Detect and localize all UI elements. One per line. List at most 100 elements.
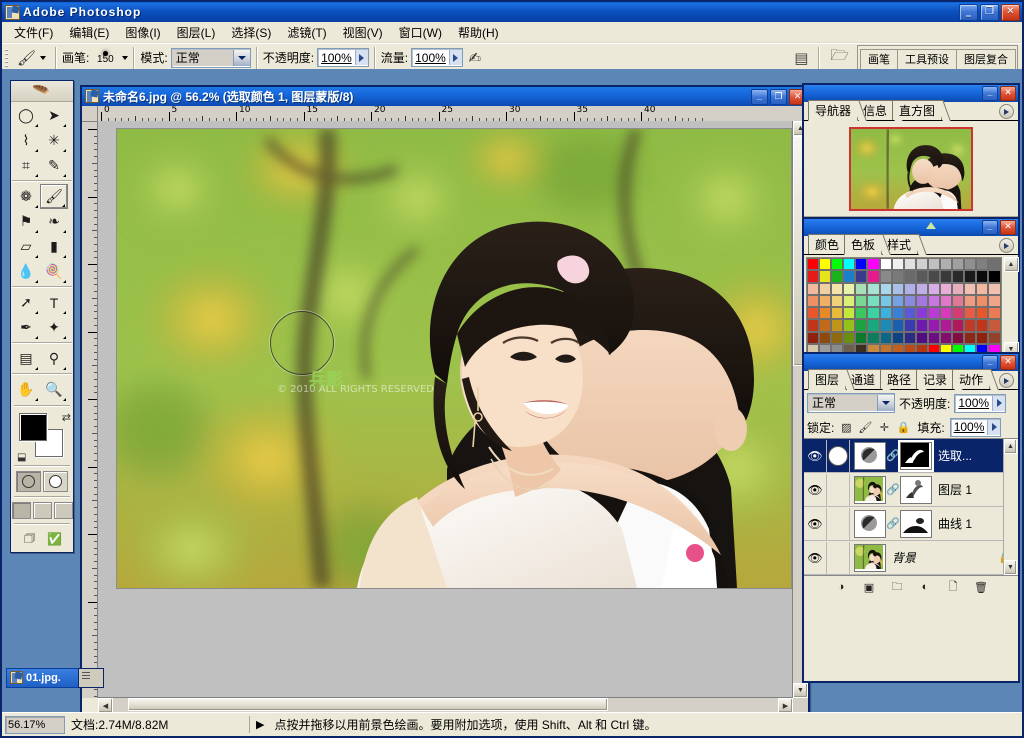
- swatch-cell[interactable]: [807, 270, 819, 282]
- swatch-cell[interactable]: [855, 307, 867, 319]
- swatch-cell[interactable]: [819, 319, 831, 331]
- swatch-cell[interactable]: [976, 258, 988, 270]
- menu-edit[interactable]: 编辑(E): [61, 22, 117, 43]
- palette-menu-icon[interactable]: [999, 104, 1014, 119]
- slice-tool[interactable]: ✎: [40, 153, 68, 178]
- swatch-cell[interactable]: [831, 283, 843, 295]
- palette-well-icon[interactable]: 🗁: [830, 45, 849, 70]
- menu-filter[interactable]: 滤镜(T): [279, 22, 334, 43]
- ruler-corner[interactable]: [82, 106, 98, 122]
- layer-mask-thumbnail[interactable]: [900, 442, 932, 470]
- menu-layer[interactable]: 图层(L): [169, 22, 224, 43]
- custom-shape-tool[interactable]: ✦: [40, 315, 68, 340]
- swatch-cell[interactable]: [867, 319, 879, 331]
- swatch-cell[interactable]: [964, 258, 976, 270]
- swatch-cell[interactable]: [880, 270, 892, 282]
- layer-scroll-up-icon[interactable]: ▲: [1004, 439, 1017, 454]
- swatch-cell[interactable]: [928, 283, 940, 295]
- swatch-cell[interactable]: [892, 319, 904, 331]
- swatch-cell[interactable]: [988, 332, 1000, 344]
- swatch-cell[interactable]: [964, 307, 976, 319]
- swatch-cell[interactable]: [988, 270, 1000, 282]
- swatch-cell[interactable]: [843, 307, 855, 319]
- app-restore-button[interactable]: ❐: [980, 4, 999, 21]
- swatches-close-button[interactable]: ✕: [1000, 220, 1016, 235]
- layer-thumbnail[interactable]: [854, 442, 886, 470]
- swatch-cell[interactable]: [855, 283, 867, 295]
- swatch-cell[interactable]: [831, 307, 843, 319]
- swatch-cell[interactable]: [916, 319, 928, 331]
- swatch-cell[interactable]: [880, 332, 892, 344]
- swatch-cell[interactable]: [928, 307, 940, 319]
- swatch-cell[interactable]: [819, 258, 831, 270]
- swatch-cell[interactable]: [916, 332, 928, 344]
- swatch-cell[interactable]: [952, 283, 964, 295]
- layer-thumbnail[interactable]: [854, 476, 886, 504]
- swatch-cell[interactable]: [976, 307, 988, 319]
- swatch-cell[interactable]: [831, 332, 843, 344]
- swatch-cell[interactable]: [867, 307, 879, 319]
- swatch-cell[interactable]: [892, 258, 904, 270]
- tab-actions[interactable]: 动作: [952, 369, 990, 389]
- history-brush-tool[interactable]: ❧: [40, 209, 68, 234]
- swatch-cell[interactable]: [807, 307, 819, 319]
- status-doc-info[interactable]: 文档:2.74M/8.82M: [71, 716, 250, 733]
- swatch-cell[interactable]: [952, 319, 964, 331]
- swatch-cell[interactable]: [976, 332, 988, 344]
- layer-link-chain-icon[interactable]: 🔗: [886, 483, 898, 496]
- layer-thumbnail[interactable]: [854, 544, 886, 572]
- swatch-cell[interactable]: [916, 283, 928, 295]
- foreground-color-swatch[interactable]: [19, 413, 47, 441]
- swatch-cell[interactable]: [892, 307, 904, 319]
- swatch-cell[interactable]: [880, 258, 892, 270]
- swatch-cell[interactable]: [843, 332, 855, 344]
- layer-thumbnail[interactable]: [854, 510, 886, 538]
- swatch-cell[interactable]: [976, 270, 988, 282]
- layer-link-cell[interactable]: [827, 542, 850, 574]
- layer-mask-thumbnail[interactable]: [900, 476, 932, 504]
- toolbox-header[interactable]: 🪶: [11, 81, 73, 102]
- swatch-cell[interactable]: [928, 332, 940, 344]
- horizontal-ruler[interactable]: 0510152025303540: [97, 106, 808, 122]
- swatch-cell[interactable]: [940, 258, 952, 270]
- opacity-slider-arrow-icon[interactable]: [355, 50, 368, 65]
- blend-mode-select[interactable]: 正常: [171, 48, 251, 68]
- document-minimize-button[interactable]: _: [751, 89, 768, 105]
- options-bar-grip[interactable]: [4, 47, 10, 68]
- jump-check-icon[interactable]: ✅: [44, 530, 66, 548]
- swatch-cell[interactable]: [867, 283, 879, 295]
- swatches-minimize-button[interactable]: _: [982, 220, 998, 235]
- path-selection-tool[interactable]: ➚: [12, 290, 40, 315]
- swatch-cell[interactable]: [819, 307, 831, 319]
- swatch-cell[interactable]: [940, 270, 952, 282]
- delete-layer-icon[interactable]: 🗑: [973, 580, 989, 595]
- eyedropper-tool[interactable]: ⚲: [40, 346, 68, 371]
- layer-visibility-icon[interactable]: 👁: [804, 440, 827, 472]
- lock-all-icon[interactable]: 🔒: [896, 420, 910, 434]
- layer-style-icon[interactable]: ◑: [833, 580, 849, 595]
- swatch-cell[interactable]: [952, 295, 964, 307]
- tab-paths[interactable]: 路径: [880, 369, 918, 389]
- document-canvas[interactable]: © 2010 ALL RIGHTS RESERVED 兵影: [116, 128, 792, 589]
- layer-fill-arrow-icon[interactable]: [987, 420, 1000, 435]
- swatch-cell[interactable]: [916, 295, 928, 307]
- swatch-cell[interactable]: [807, 258, 819, 270]
- swatch-cell[interactable]: [964, 319, 976, 331]
- swatch-cell[interactable]: [952, 307, 964, 319]
- swatch-cell[interactable]: [831, 258, 843, 270]
- swatch-cell[interactable]: [988, 283, 1000, 295]
- swatch-cell[interactable]: [843, 258, 855, 270]
- swatch-cell[interactable]: [867, 295, 879, 307]
- swatch-cell[interactable]: [855, 258, 867, 270]
- clone-stamp-tool[interactable]: ⚑: [12, 209, 40, 234]
- swatches-scroll-up-icon[interactable]: ▲: [1004, 257, 1019, 272]
- document-horizontal-scrollbar[interactable]: ◀ ▶: [98, 697, 793, 713]
- flow-input[interactable]: 100%: [411, 48, 463, 67]
- crop-tool[interactable]: ⌗: [12, 153, 40, 178]
- gradient-tool[interactable]: ▮: [40, 234, 68, 259]
- swatch-cell[interactable]: [892, 270, 904, 282]
- layer-blend-mode-select[interactable]: 正常: [807, 393, 895, 413]
- zoom-slider-knob[interactable]: [926, 222, 936, 229]
- swatch-cell[interactable]: [892, 332, 904, 344]
- swatch-cell[interactable]: [928, 295, 940, 307]
